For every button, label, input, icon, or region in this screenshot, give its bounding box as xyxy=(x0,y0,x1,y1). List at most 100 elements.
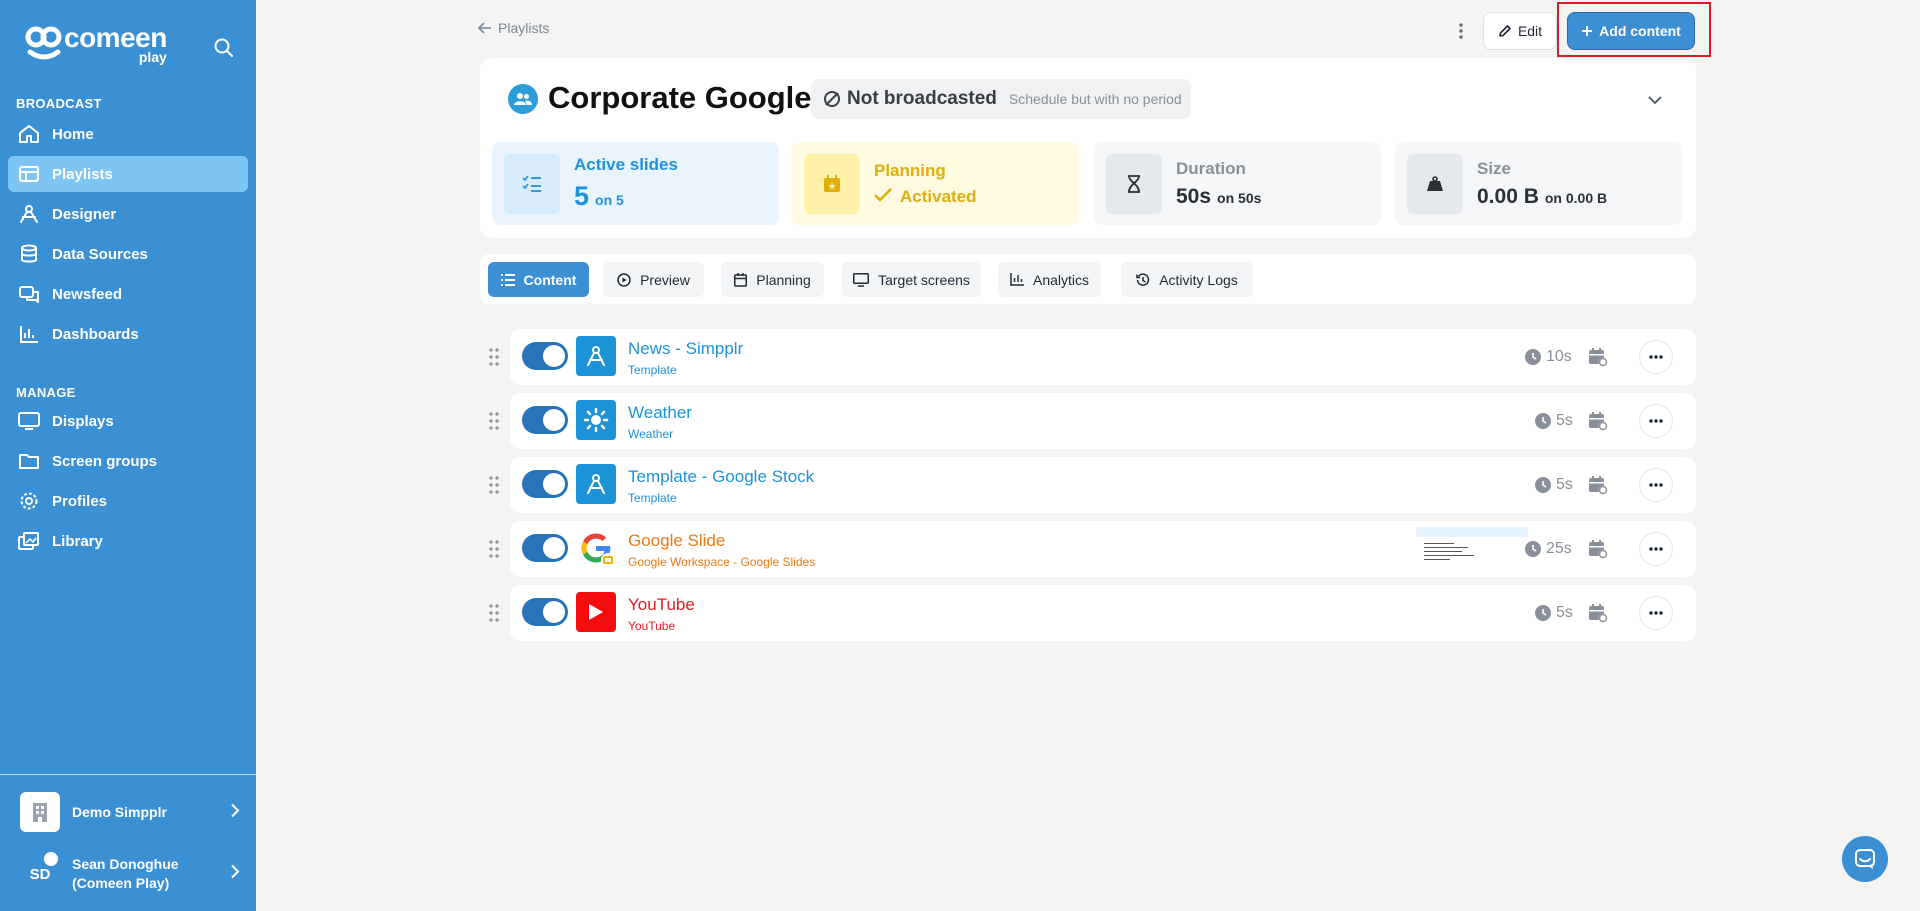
chat-icon xyxy=(1855,849,1875,869)
add-content-label: Add content xyxy=(1599,23,1681,39)
drag-handle-icon[interactable] xyxy=(488,411,500,431)
playlists-icon xyxy=(16,163,42,185)
tab-activity-logs[interactable]: Activity Logs xyxy=(1121,262,1253,297)
edit-button[interactable]: Edit xyxy=(1483,12,1557,50)
tab-target-screens[interactable]: Target screens xyxy=(842,262,981,297)
comeen-play-logo[interactable]: comeen play xyxy=(24,24,167,64)
calendar-icon xyxy=(734,272,748,287)
organization-switcher[interactable]: Demo Simpplr xyxy=(20,792,240,832)
list-item[interactable]: News - Simpplr Template 10s xyxy=(480,329,1696,385)
monitor-icon xyxy=(853,272,870,287)
user-menu[interactable]: SD Sean Donoghue (Comeen Play) xyxy=(20,852,240,896)
drag-handle-icon[interactable] xyxy=(488,539,500,559)
duration: 25s xyxy=(1525,540,1572,558)
stat-suffix: on 50s xyxy=(1217,189,1262,206)
page-title: Corporate Google xyxy=(548,80,812,115)
content-title[interactable]: News - Simpplr xyxy=(628,339,743,359)
plus-icon xyxy=(1582,26,1593,36)
sidebar-item-screen-groups[interactable]: Screen groups xyxy=(8,443,248,479)
enable-toggle[interactable] xyxy=(522,470,568,498)
content-title[interactable]: Weather xyxy=(628,403,692,423)
more-options-icon[interactable] xyxy=(1452,20,1470,42)
weight-icon xyxy=(1407,153,1463,214)
chat-launcher-button[interactable] xyxy=(1842,836,1888,882)
user-org: (Comeen Play) xyxy=(72,875,170,891)
clock-icon xyxy=(1535,413,1551,429)
tab-preview[interactable]: Preview xyxy=(603,262,704,297)
sidebar-item-label: Newsfeed xyxy=(52,285,123,303)
drag-handle-icon[interactable] xyxy=(488,603,500,623)
logo-mark-icon xyxy=(25,26,62,60)
drag-handle-icon[interactable] xyxy=(488,347,500,367)
sidebar-item-playlists[interactable]: Playlists xyxy=(8,156,248,192)
schedule-calendar-icon[interactable] xyxy=(1588,475,1608,495)
row-more-options-button[interactable] xyxy=(1639,404,1673,438)
sidebar-item-dashboards[interactable]: Dashboards xyxy=(8,316,248,352)
row-more-options-button[interactable] xyxy=(1639,532,1673,566)
content-title[interactable]: YouTube xyxy=(628,595,695,615)
list-icon xyxy=(500,273,515,286)
duration: 5s xyxy=(1535,476,1573,494)
status-badge: Not broadcasted Schedule but with no per… xyxy=(811,79,1191,119)
google-slides-icon xyxy=(576,528,616,568)
row-more-options-button[interactable] xyxy=(1639,468,1673,502)
sidebar-item-label: Home xyxy=(52,125,94,143)
content-type: Template xyxy=(628,363,677,377)
sidebar-item-profiles[interactable]: Profiles xyxy=(8,483,248,519)
search-icon[interactable] xyxy=(212,36,236,60)
sidebar-item-data-sources[interactable]: Data Sources xyxy=(8,236,248,272)
sidebar-item-label: Library xyxy=(52,532,103,550)
tab-analytics[interactable]: Analytics xyxy=(998,262,1101,297)
tab-label: Planning xyxy=(756,271,811,288)
tab-planning[interactable]: Planning xyxy=(721,262,824,297)
schedule-calendar-icon[interactable] xyxy=(1588,411,1608,431)
enable-toggle[interactable] xyxy=(522,342,568,370)
sidebar-item-library[interactable]: Library xyxy=(8,523,248,559)
dashboards-icon xyxy=(16,323,42,345)
schedule-calendar-icon[interactable] xyxy=(1588,347,1608,367)
sidebar-item-label: Screen groups xyxy=(52,452,158,470)
row-more-options-button[interactable] xyxy=(1639,596,1673,630)
content-card: YouTube YouTube 5s xyxy=(510,585,1696,641)
ellipsis-icon xyxy=(1649,419,1663,423)
content-card: Weather Weather 5s xyxy=(510,393,1696,449)
designer-icon xyxy=(576,464,616,504)
clock-icon xyxy=(1525,541,1541,557)
sidebar-item-label: Displays xyxy=(52,412,114,430)
chevron-right-icon xyxy=(230,864,240,884)
sidebar-item-label: Data Sources xyxy=(52,245,148,263)
check-icon xyxy=(874,187,892,202)
schedule-calendar-icon[interactable] xyxy=(1588,539,1608,559)
drag-handle-icon[interactable] xyxy=(488,475,500,495)
enable-toggle[interactable] xyxy=(522,406,568,434)
sidebar-item-home[interactable]: Home xyxy=(8,116,248,152)
content-title[interactable]: Template - Google Stock xyxy=(628,467,814,487)
list-item[interactable]: Weather Weather 5s xyxy=(480,393,1696,449)
content-title[interactable]: Google Slide xyxy=(628,531,725,551)
tab-content[interactable]: Content xyxy=(488,262,589,297)
user-initials: SD xyxy=(29,865,51,883)
back-to-playlists-link[interactable]: Playlists xyxy=(478,20,549,36)
sidebar-item-displays[interactable]: Displays xyxy=(8,403,248,439)
chevron-down-icon[interactable] xyxy=(1648,92,1662,110)
status-note: Schedule but with no period xyxy=(1008,91,1182,107)
sidebar-item-newsfeed[interactable]: Newsfeed xyxy=(8,276,248,312)
logo-subtext: play xyxy=(138,49,167,65)
designer-icon xyxy=(16,203,42,225)
arrow-left-icon xyxy=(478,22,491,34)
list-item[interactable]: YouTube YouTube 5s xyxy=(480,585,1696,641)
row-more-options-button[interactable] xyxy=(1639,340,1673,374)
database-icon xyxy=(16,243,42,265)
clock-icon xyxy=(1535,477,1551,493)
ellipsis-icon xyxy=(1649,483,1663,487)
list-item[interactable]: Template - Google Stock Template 5s xyxy=(480,457,1696,513)
add-content-button[interactable]: Add content xyxy=(1567,12,1695,50)
ellipsis-icon xyxy=(1649,355,1663,359)
enable-toggle[interactable] xyxy=(522,598,568,626)
tab-bar: Content Preview Planning Target screens … xyxy=(480,254,1696,304)
schedule-calendar-icon[interactable] xyxy=(1588,603,1608,623)
sidebar-item-designer[interactable]: Designer xyxy=(8,196,248,232)
list-item[interactable]: Google Slide Google Workspace - Google S… xyxy=(480,521,1696,577)
enable-toggle[interactable] xyxy=(522,534,568,562)
chevron-right-icon xyxy=(230,803,240,821)
